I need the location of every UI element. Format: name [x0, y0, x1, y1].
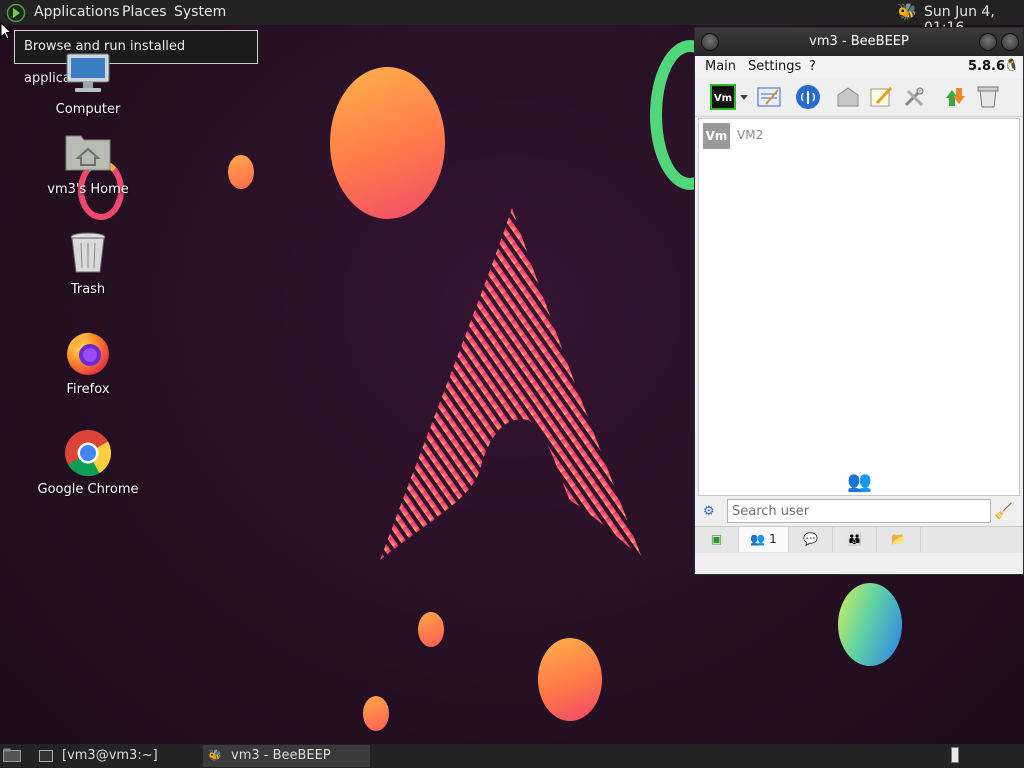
chats-icon: 💬	[803, 532, 818, 546]
mouse-cursor-icon	[0, 22, 12, 40]
clear-search-icon[interactable]: 🧹	[994, 502, 1013, 520]
desktop-icon-label: Firefox	[66, 382, 110, 397]
users-icon: 👥	[847, 469, 872, 493]
send-message-icon[interactable]	[835, 84, 861, 110]
user-avatar: Vm	[703, 123, 730, 149]
beebeep-window: vm3 - BeeBEEP Main Settings ? 5.8.6 🐧 Vm	[694, 27, 1024, 575]
maximize-button[interactable]	[1001, 33, 1019, 51]
taskbar-item-label: vm3 - BeeBEEP	[231, 748, 331, 763]
update-icon[interactable]	[941, 84, 967, 110]
chrome-icon	[63, 428, 113, 478]
desktop-icon-label: vm3's Home	[47, 182, 129, 197]
menu-main[interactable]: Main	[705, 59, 736, 74]
home-folder-icon	[63, 128, 113, 178]
search-user-input[interactable]	[727, 499, 991, 523]
window-titlebar[interactable]: vm3 - BeeBEEP	[695, 28, 1023, 56]
tab-bar: ▣ 👥 1 💬 👪 📂	[695, 526, 1023, 553]
beebeep-tray-icon[interactable]: 🐝	[897, 2, 917, 21]
wallpaper-blob	[838, 583, 902, 666]
tab-chat-list[interactable]: ▣	[695, 527, 739, 552]
user-list: Vm VM2 👥	[698, 118, 1020, 496]
toolbar: Vm	[695, 78, 1023, 117]
computer-icon	[63, 48, 113, 98]
desktop-icon-label: Computer	[55, 102, 121, 117]
workspace-switcher[interactable]	[951, 747, 959, 763]
desktop-icon-chrome[interactable]: Google Chrome	[33, 428, 143, 497]
applications-menu[interactable]: Applications	[34, 4, 120, 20]
terminal-icon	[39, 750, 53, 762]
version-label: 5.8.6	[967, 59, 1005, 74]
wallpaper-blob	[418, 612, 444, 647]
menu-settings[interactable]: Settings	[748, 59, 801, 74]
tab-groups[interactable]: 👪	[833, 527, 877, 552]
beebeep-icon: 🐝	[208, 749, 222, 762]
desktop-icon-firefox[interactable]: Firefox	[33, 328, 143, 397]
status-dropdown-icon[interactable]	[739, 84, 749, 110]
taskbar-item-label: [vm3@vm3:~]	[62, 748, 158, 763]
desktop-icon-label: Trash	[70, 282, 106, 297]
desktop-icon-computer[interactable]: Computer	[33, 48, 143, 117]
trash-icon	[63, 228, 113, 278]
system-menu[interactable]: System	[174, 4, 226, 20]
tab-file-sharing[interactable]: 📂	[877, 527, 921, 552]
top-panel: Applications Places System 🐝 Sun Jun 4, …	[0, 0, 1024, 36]
bottom-panel: [vm3@vm3:~] 🐝 vm3 - BeeBEEP	[0, 744, 1024, 768]
search-options-icon[interactable]: ⚙	[703, 504, 715, 519]
desktop-icon-trash[interactable]: Trash	[33, 228, 143, 297]
menubar: Main Settings ? 5.8.6 🐧	[695, 56, 1023, 78]
applications-menu-icon[interactable]	[6, 3, 26, 23]
svg-text:Vm: Vm	[714, 93, 732, 104]
menu-help[interactable]: ?	[809, 59, 816, 74]
file-sharing-icon: 📂	[891, 532, 906, 546]
tools-icon[interactable]	[901, 84, 927, 110]
window-title: vm3 - BeeBEEP	[809, 34, 909, 49]
show-desktop-icon[interactable]	[3, 748, 21, 763]
my-status-icon[interactable]: Vm	[710, 84, 736, 110]
user-name: VM2	[737, 128, 764, 142]
tab-chats[interactable]: 💬	[789, 527, 833, 552]
places-menu[interactable]: Places	[122, 4, 167, 20]
wallpaper-blob	[538, 638, 602, 721]
wallpaper-blob	[228, 155, 254, 189]
search-row: ⚙ 🧹	[695, 498, 1023, 526]
clear-icon[interactable]	[975, 84, 1001, 110]
write-note-icon[interactable]	[868, 84, 894, 110]
users-count: 1	[769, 532, 777, 546]
desktop-icon-home[interactable]: vm3's Home	[33, 128, 143, 197]
users-icon: 👥	[750, 532, 766, 546]
tab-users[interactable]: 👥 1	[739, 527, 789, 552]
edit-profile-icon[interactable]	[756, 84, 782, 110]
chat-list-icon: ▣	[710, 532, 723, 546]
arch-logo-wallpaper	[380, 208, 642, 560]
network-icon[interactable]	[795, 84, 821, 110]
minimize-button[interactable]	[979, 33, 997, 51]
taskbar-item-terminal[interactable]: [vm3@vm3:~]	[34, 745, 198, 767]
firefox-icon	[63, 328, 113, 378]
wallpaper-blob	[363, 696, 389, 731]
desktop-icon-label: Google Chrome	[37, 482, 139, 497]
groups-icon: 👪	[847, 532, 862, 546]
wallpaper-blob	[330, 67, 445, 219]
taskbar-item-beebeep[interactable]: 🐝 vm3 - BeeBEEP	[203, 745, 370, 767]
linux-icon: 🐧	[1004, 58, 1019, 72]
